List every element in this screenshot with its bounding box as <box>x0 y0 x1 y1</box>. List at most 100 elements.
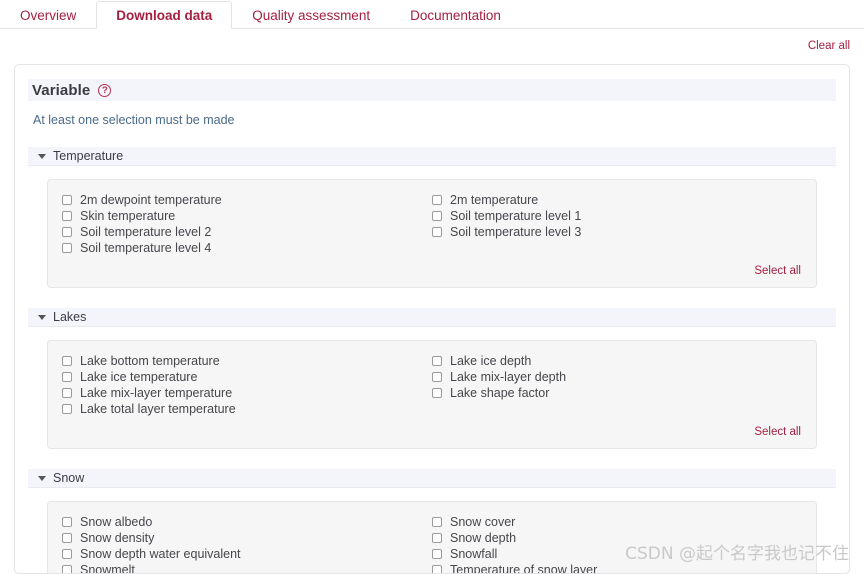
checkbox-row[interactable]: Soil temperature level 3 <box>432 224 802 240</box>
group-column-left: Snow albedo Snow density Snow depth wate… <box>62 514 432 574</box>
checkbox-icon[interactable] <box>62 533 72 543</box>
checkbox-icon[interactable] <box>62 227 72 237</box>
checkbox-row[interactable]: Lake ice temperature <box>62 369 432 385</box>
checkbox-icon[interactable] <box>62 211 72 221</box>
checkbox-icon[interactable] <box>432 211 442 221</box>
group-column-left: Lake bottom temperature Lake ice tempera… <box>62 353 432 417</box>
checkbox-row[interactable]: Lake mix-layer temperature <box>62 385 432 401</box>
checkbox-label: Snow density <box>80 531 155 545</box>
checkbox-icon[interactable] <box>432 517 442 527</box>
checkbox-row[interactable]: Snow cover <box>432 514 802 530</box>
checkbox-icon[interactable] <box>62 565 72 573</box>
checkbox-label: Soil temperature level 2 <box>80 225 212 239</box>
group-header-lakes[interactable]: Lakes <box>28 308 836 327</box>
checkbox-row[interactable]: 2m dewpoint temperature <box>62 192 432 208</box>
tab-label: Documentation <box>410 8 501 23</box>
checkbox-row[interactable]: Lake ice depth <box>432 353 802 369</box>
checkbox-icon[interactable] <box>432 195 442 205</box>
checkbox-label: Lake bottom temperature <box>80 354 220 368</box>
checkbox-icon[interactable] <box>432 388 442 398</box>
checkbox-label: Snowmelt <box>80 563 135 574</box>
selection-hint: At least one selection must be made <box>33 113 235 127</box>
group-body-lakes: Lake bottom temperature Lake ice tempera… <box>47 340 817 449</box>
checkbox-row[interactable]: Lake bottom temperature <box>62 353 432 369</box>
checkbox-icon[interactable] <box>432 356 442 366</box>
checkbox-row[interactable]: Snowfall <box>432 546 802 562</box>
caret-down-icon <box>38 314 46 320</box>
checkbox-row[interactable]: Skin temperature <box>62 208 432 224</box>
checkbox-icon[interactable] <box>432 227 442 237</box>
checkbox-icon[interactable] <box>62 517 72 527</box>
checkbox-row[interactable]: 2m temperature <box>432 192 802 208</box>
checkbox-icon[interactable] <box>62 549 72 559</box>
caret-down-icon <box>38 475 46 481</box>
checkbox-label: 2m dewpoint temperature <box>80 193 222 207</box>
checkbox-icon[interactable] <box>62 388 72 398</box>
checkbox-icon[interactable] <box>62 404 72 414</box>
checkbox-icon[interactable] <box>432 565 442 573</box>
checkbox-row[interactable]: Snow depth water equivalent <box>62 546 432 562</box>
tab-documentation[interactable]: Documentation <box>390 1 521 29</box>
group-title: Temperature <box>53 149 124 163</box>
select-all-row: Select all <box>62 417 802 442</box>
checkbox-row[interactable]: Temperature of snow layer <box>432 562 802 574</box>
checkbox-label: Skin temperature <box>80 209 176 223</box>
tab-label: Download data <box>116 8 213 23</box>
checkbox-row[interactable]: Snow density <box>62 530 432 546</box>
checkbox-label: Soil temperature level 4 <box>80 241 212 255</box>
group-column-right: 2m temperature Soil temperature level 1 … <box>432 192 802 256</box>
group-column-right: Lake ice depth Lake mix-layer depth Lake… <box>432 353 802 417</box>
checkbox-row[interactable]: Snow albedo <box>62 514 432 530</box>
group-body-temperature: 2m dewpoint temperature Skin temperature… <box>47 179 817 288</box>
checkbox-label: Lake ice temperature <box>80 370 198 384</box>
select-all-button[interactable]: Select all <box>754 265 801 277</box>
checkbox-icon[interactable] <box>62 356 72 366</box>
checkbox-row[interactable]: Soil temperature level 4 <box>62 240 432 256</box>
variable-section-header: Variable ? <box>28 79 836 101</box>
checkbox-label: 2m temperature <box>450 193 539 207</box>
tab-label: Overview <box>20 8 77 23</box>
group-column-right: Snow cover Snow depth Snowfall Temperatu… <box>432 514 802 574</box>
checkbox-row[interactable]: Snowmelt <box>62 562 432 574</box>
tab-bar: Overview Download data Quality assessmen… <box>0 0 864 29</box>
checkbox-icon[interactable] <box>432 549 442 559</box>
checkbox-label: Lake mix-layer temperature <box>80 386 233 400</box>
checkbox-label: Snow cover <box>450 515 516 529</box>
select-all-button[interactable]: Select all <box>754 426 801 438</box>
checkbox-row[interactable]: Soil temperature level 2 <box>62 224 432 240</box>
checkbox-label: Soil temperature level 3 <box>450 225 582 239</box>
checkbox-label: Temperature of snow layer <box>450 563 598 574</box>
checkbox-label: Lake total layer temperature <box>80 402 236 416</box>
checkbox-icon[interactable] <box>62 195 72 205</box>
checkbox-icon[interactable] <box>432 372 442 382</box>
tab-quality-assessment[interactable]: Quality assessment <box>232 1 390 29</box>
checkbox-row[interactable]: Lake total layer temperature <box>62 401 432 417</box>
checkbox-icon[interactable] <box>432 533 442 543</box>
checkbox-label: Lake ice depth <box>450 354 532 368</box>
group-body-snow: Snow albedo Snow density Snow depth wate… <box>47 501 817 574</box>
checkbox-label: Snowfall <box>450 547 498 561</box>
checkbox-row[interactable]: Soil temperature level 1 <box>432 208 802 224</box>
group-header-snow[interactable]: Snow <box>28 469 836 488</box>
clear-all-button[interactable]: Clear all <box>808 40 850 52</box>
checkbox-label: Soil temperature level 1 <box>450 209 582 223</box>
variable-selection-card: Variable ? At least one selection must b… <box>14 64 850 574</box>
checkbox-row[interactable]: Snow depth <box>432 530 802 546</box>
clear-all-row: Clear all <box>0 29 864 57</box>
checkbox-icon[interactable] <box>62 243 72 253</box>
checkbox-row[interactable]: Lake mix-layer depth <box>432 369 802 385</box>
checkbox-label: Snow albedo <box>80 515 153 529</box>
tab-download-data[interactable]: Download data <box>96 1 233 29</box>
checkbox-label: Snow depth <box>450 531 517 545</box>
page-title: Variable <box>32 81 91 99</box>
checkbox-label: Lake mix-layer depth <box>450 370 567 384</box>
tab-overview[interactable]: Overview <box>0 1 96 29</box>
group-header-temperature[interactable]: Temperature <box>28 147 836 166</box>
group-snow: Snow Snow albedo Snow density Snow depth… <box>28 469 836 574</box>
group-lakes: Lakes Lake bottom temperature Lake ice t… <box>28 308 836 449</box>
group-title: Lakes <box>53 310 87 324</box>
question-mark-icon[interactable]: ? <box>98 83 112 97</box>
checkbox-icon[interactable] <box>62 372 72 382</box>
checkbox-row[interactable]: Lake shape factor <box>432 385 802 401</box>
group-temperature: Temperature 2m dewpoint temperature Skin… <box>28 147 836 288</box>
